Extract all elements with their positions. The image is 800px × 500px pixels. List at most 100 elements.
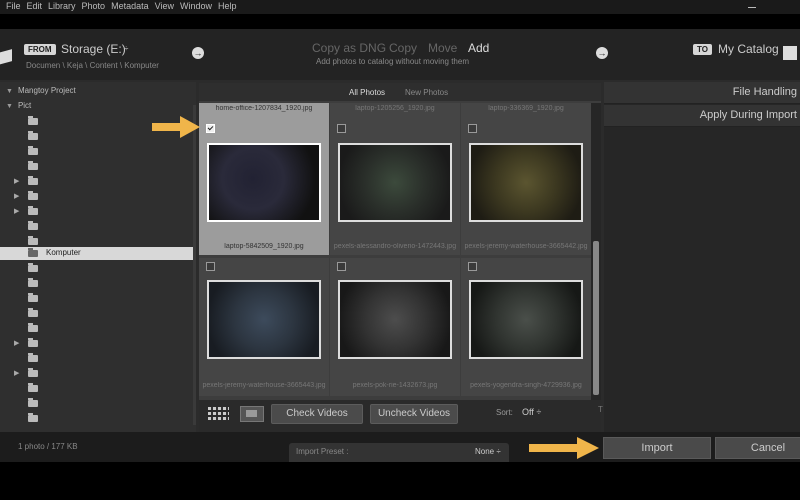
cancel-button[interactable]: Cancel: [715, 437, 800, 459]
photo-checkbox[interactable]: [468, 262, 477, 271]
folder-item[interactable]: ▶: [0, 175, 196, 188]
folder-icon: [28, 221, 38, 230]
folder-item-selected[interactable]: Komputer: [0, 247, 196, 260]
tab-all-photos[interactable]: All Photos: [349, 88, 385, 97]
folder-icon: [28, 368, 38, 377]
prev-photo-name: laptop-336369_1920.jpg: [488, 105, 564, 112]
tab-new-photos[interactable]: New Photos: [405, 88, 448, 97]
grid-view-icon[interactable]: [208, 405, 229, 420]
photo-checkbox[interactable]: [206, 262, 215, 271]
folder-item[interactable]: ▶: [0, 337, 196, 350]
menu-photo[interactable]: Photo: [82, 0, 106, 13]
folder-item[interactable]: [0, 277, 196, 290]
window-separator: [0, 14, 800, 29]
sort-dropdown[interactable]: Off ÷: [522, 407, 541, 417]
menu-bar: File Edit Library Photo Metadata View Window He…: [0, 0, 800, 14]
photo-checkbox[interactable]: [468, 124, 477, 133]
folder-icon: [28, 191, 38, 200]
folder-icon: [28, 206, 38, 215]
expand-caret-icon[interactable]: ▶: [14, 207, 19, 215]
folder-item[interactable]: [0, 307, 196, 320]
folder-item[interactable]: [0, 262, 196, 275]
folder-icon: [28, 131, 38, 140]
folder-icon: [28, 248, 38, 257]
to-badge: TO: [693, 44, 712, 55]
menu-metadata[interactable]: Metadata: [111, 0, 149, 13]
file-handling-section[interactable]: File Handling: [604, 82, 800, 104]
folder-icon: [28, 236, 38, 245]
folder-label: Komputer: [46, 248, 81, 257]
tree-project[interactable]: ▼ Mangtoy Project: [6, 86, 76, 95]
loupe-view-icon[interactable]: [240, 406, 264, 422]
photo-checkbox[interactable]: [337, 124, 346, 133]
folder-item[interactable]: [0, 160, 196, 173]
apply-during-import-label: Apply During Import: [699, 109, 797, 121]
expand-caret-icon[interactable]: ▶: [14, 192, 19, 200]
folder-item[interactable]: [0, 352, 196, 365]
folder-icon: [28, 176, 38, 185]
source-dropdown-icon[interactable]: ÷: [124, 44, 128, 53]
photo-checkbox[interactable]: [337, 262, 346, 271]
import-button[interactable]: Import: [603, 437, 711, 459]
grid-scrollbar-thumb[interactable]: [593, 241, 599, 395]
folder-icon: [28, 293, 38, 302]
folder-item[interactable]: ▶: [0, 205, 196, 218]
import-preset-dropdown[interactable]: None ÷: [475, 447, 501, 456]
minimize-icon[interactable]: [747, 2, 757, 11]
laptop-photo-icon: [207, 143, 321, 222]
menu-edit[interactable]: Edit: [27, 0, 43, 13]
folder-item[interactable]: [0, 412, 196, 425]
tree-root-label: Pict: [17, 101, 32, 110]
mode-copy-as-dng[interactable]: Copy as DNG: [312, 41, 386, 55]
prev-photo-name: home-office-1207834_1920.jpg: [215, 105, 313, 112]
uncheck-videos-button[interactable]: Uncheck Videos: [370, 404, 458, 424]
folder-item[interactable]: [0, 397, 196, 410]
photo-checkbox[interactable]: [206, 124, 215, 133]
source-title[interactable]: Storage (E:): [61, 42, 126, 56]
expand-caret-icon[interactable]: ▶: [14, 339, 19, 347]
menu-view[interactable]: View: [155, 0, 174, 13]
folder-item[interactable]: [0, 220, 196, 233]
photo-cell[interactable]: pexels-yogendra-singh-4729936.jpg: [461, 258, 591, 396]
raspberry-pi-photo-icon: [338, 143, 452, 222]
apply-during-import-section[interactable]: Apply During Import: [604, 105, 800, 127]
folder-item[interactable]: [0, 145, 196, 158]
check-videos-button[interactable]: Check Videos: [271, 404, 363, 424]
tree-root[interactable]: ▼ Pict: [6, 101, 31, 110]
expand-caret-icon[interactable]: ▶: [14, 177, 19, 185]
photo-cell[interactable]: pexels-pok-rie-1432673.jpg: [330, 258, 460, 396]
folder-item[interactable]: ▶: [0, 367, 196, 380]
mode-description: Add photos to catalog without moving the…: [316, 57, 469, 66]
folder-icon: [28, 146, 38, 155]
expand-caret-icon[interactable]: ▼: [6, 88, 13, 95]
menu-window[interactable]: Window: [180, 0, 212, 13]
folder-icon: [28, 353, 38, 362]
mode-add[interactable]: Add: [468, 41, 489, 55]
cpu-socket-photo-icon: [469, 280, 583, 359]
expand-caret-icon[interactable]: ▼: [6, 103, 13, 110]
source-panel-scrollbar[interactable]: [193, 105, 196, 425]
folder-item[interactable]: [0, 292, 196, 305]
mode-copy[interactable]: Copy: [389, 41, 417, 55]
folder-icon: [28, 116, 38, 125]
menu-file[interactable]: File: [6, 0, 21, 13]
photo-cell[interactable]: home-office-1207834_1920.jpg laptop-5842…: [199, 103, 329, 255]
mode-move[interactable]: Move: [428, 41, 457, 55]
menu-help[interactable]: Help: [218, 0, 237, 13]
menu-library[interactable]: Library: [48, 0, 76, 13]
destination-drive-icon: [783, 46, 797, 60]
photo-cell[interactable]: laptop-1205256_1920.jpg pexels-alessandr…: [330, 103, 460, 255]
photo-name: pexels-pok-rie-1432673.jpg: [352, 382, 438, 389]
folder-icon: [28, 161, 38, 170]
next-arrow-icon: →: [192, 47, 204, 59]
folder-item[interactable]: [0, 382, 196, 395]
folder-icon: [28, 278, 38, 287]
destination-title[interactable]: My Catalog: [718, 42, 779, 56]
folder-icon: [28, 308, 38, 317]
photo-cell[interactable]: pexels-jeremy-waterhouse-3665443.jpg: [199, 258, 329, 396]
photo-cell[interactable]: laptop-336369_1920.jpg pexels-jeremy-wat…: [461, 103, 591, 255]
folder-item[interactable]: [0, 322, 196, 335]
folder-item[interactable]: ▶: [0, 190, 196, 203]
expand-caret-icon[interactable]: ▶: [14, 369, 19, 377]
callout-arrow-icon: [152, 116, 200, 138]
